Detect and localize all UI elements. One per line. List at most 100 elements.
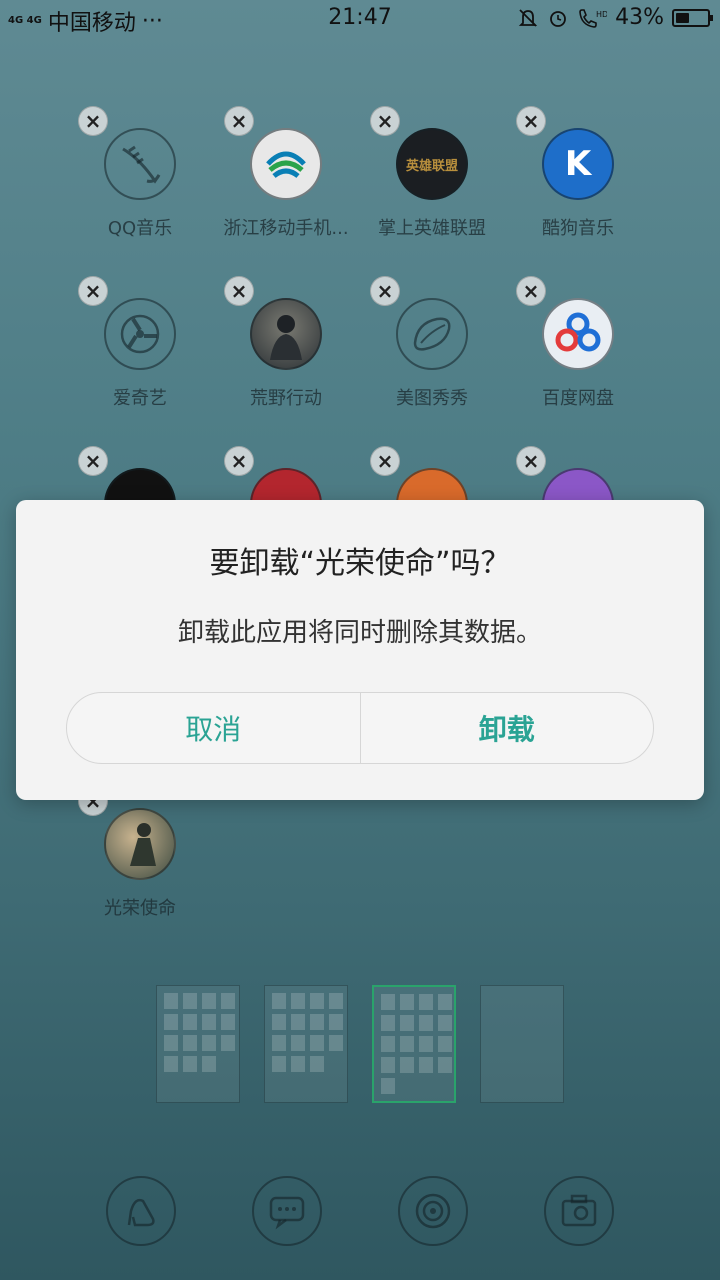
camera-lens-icon[interactable] — [398, 1176, 468, 1246]
app-lol[interactable]: 英雄联盟 × 掌上英雄联盟 — [370, 106, 492, 252]
page-cell — [419, 1015, 433, 1031]
page-cell — [329, 993, 343, 1009]
page-cell — [202, 993, 216, 1009]
page-cell — [202, 1056, 216, 1072]
app-label: 荒野行动 — [250, 388, 322, 409]
page-cell — [419, 1057, 433, 1073]
page-thumb-3[interactable] — [372, 985, 456, 1103]
page-cell — [291, 1035, 305, 1051]
page-cell — [438, 994, 452, 1010]
dialog-message: 卸载此应用将同时删除其数据。 — [177, 618, 542, 648]
delete-badge[interactable]: × — [516, 446, 546, 476]
delete-badge[interactable]: × — [516, 106, 546, 136]
app-qq-music[interactable]: × QQ音乐 — [78, 106, 200, 252]
delete-badge[interactable]: × — [78, 276, 108, 306]
page-thumb-1[interactable] — [156, 985, 240, 1103]
page-cell — [419, 994, 433, 1010]
page-cell — [291, 1056, 305, 1072]
page-cell — [164, 1035, 178, 1051]
page-cell — [381, 1036, 395, 1052]
cancel-button[interactable]: 取消 — [67, 693, 360, 763]
page-cell — [400, 994, 414, 1010]
page-cell — [183, 1014, 197, 1030]
page-cell — [221, 1035, 235, 1051]
app-label: 掌上英雄联盟 — [378, 218, 486, 239]
app-kugou[interactable]: K × 酷狗音乐 — [516, 106, 638, 252]
page-cell — [221, 993, 235, 1009]
uninstall-dialog: 要卸载“光荣使命”吗？ 卸载此应用将同时删除其数据。 取消 卸载 — [16, 500, 704, 800]
app-label: QQ音乐 — [107, 218, 173, 239]
page-cell — [310, 1014, 324, 1030]
dialog-buttons: 取消 卸载 — [66, 692, 654, 764]
page-cell — [291, 1014, 305, 1030]
app-label: 酷狗音乐 — [542, 218, 614, 239]
high-heel-icon[interactable] — [106, 1176, 176, 1246]
delete-badge[interactable]: × — [78, 106, 108, 136]
app-zhejiang-mobile[interactable]: × 浙江移动手机... — [223, 106, 349, 252]
page-cell — [329, 1035, 343, 1051]
page-cell — [310, 993, 324, 1009]
page-thumb-2[interactable] — [264, 985, 348, 1103]
delete-badge[interactable]: × — [78, 446, 108, 476]
uninstall-button[interactable]: 卸载 — [361, 693, 654, 763]
dialog-title: 要卸载“光荣使命”吗？ — [209, 546, 511, 581]
camera-icon[interactable] — [544, 1176, 614, 1246]
page-cell — [400, 1015, 414, 1031]
page-cell — [310, 1056, 324, 1072]
glorious-mission-icon — [104, 808, 176, 880]
app-label: 爱奇艺 — [113, 388, 167, 409]
lol-icon: 英雄联盟 — [396, 128, 468, 200]
page-cell — [272, 1014, 286, 1030]
page-cell — [400, 1057, 414, 1073]
page-cell — [164, 993, 178, 1009]
china-mobile-icon — [250, 128, 322, 200]
kugou-icon: K — [542, 128, 614, 200]
kugou-logo-text: K — [564, 144, 592, 184]
page-thumb-4[interactable] — [480, 985, 564, 1103]
page-cell — [183, 1035, 197, 1051]
delete-badge[interactable]: × — [224, 276, 254, 306]
delete-badge[interactable]: × — [370, 276, 400, 306]
page-cell — [272, 1035, 286, 1051]
app-baidu-pan[interactable]: × 百度网盘 — [516, 276, 638, 422]
app-meitu[interactable]: × 美图秀秀 — [370, 276, 492, 422]
lol-logo-text: 英雄联盟 — [405, 158, 458, 174]
page-cell — [381, 1015, 395, 1031]
page-cell — [221, 1014, 235, 1030]
baidu-pan-icon — [542, 298, 614, 370]
page-cell — [183, 1056, 197, 1072]
page-cell — [381, 1078, 395, 1094]
page-cell — [164, 1014, 178, 1030]
app-glorious-mission[interactable]: × 光荣使命 — [78, 786, 200, 932]
page-cell — [202, 1014, 216, 1030]
delete-badge[interactable]: × — [370, 106, 400, 136]
page-cell — [438, 1015, 452, 1031]
page-cell — [329, 1014, 343, 1030]
page-cell — [438, 1036, 452, 1052]
page-cell — [419, 1036, 433, 1052]
delete-badge[interactable]: × — [516, 276, 546, 306]
app-label: 百度网盘 — [542, 388, 614, 409]
app-iqiyi[interactable]: × 爱奇艺 — [78, 276, 200, 422]
page-cell — [183, 993, 197, 1009]
page-cell — [381, 1057, 395, 1073]
app-knives-out[interactable]: × 荒野行动 — [224, 276, 346, 422]
page-thumbnails — [0, 985, 720, 1107]
delete-badge[interactable]: × — [370, 446, 400, 476]
page-cell — [310, 1035, 324, 1051]
page-cell — [164, 1056, 178, 1072]
delete-badge[interactable]: × — [224, 106, 254, 136]
delete-badge[interactable]: × — [224, 446, 254, 476]
page-cell — [202, 1035, 216, 1051]
app-label: 浙江移动手机... — [223, 218, 349, 239]
page-cell — [400, 1036, 414, 1052]
page-cell — [272, 1056, 286, 1072]
app-label: 美图秀秀 — [396, 388, 468, 409]
qq-music-icon — [104, 128, 176, 200]
page-cell — [291, 993, 305, 1009]
page-cell — [438, 1057, 452, 1073]
dock — [0, 1176, 720, 1252]
message-icon[interactable] — [252, 1176, 322, 1246]
knives-out-icon — [250, 298, 322, 370]
page-cell — [381, 994, 395, 1010]
